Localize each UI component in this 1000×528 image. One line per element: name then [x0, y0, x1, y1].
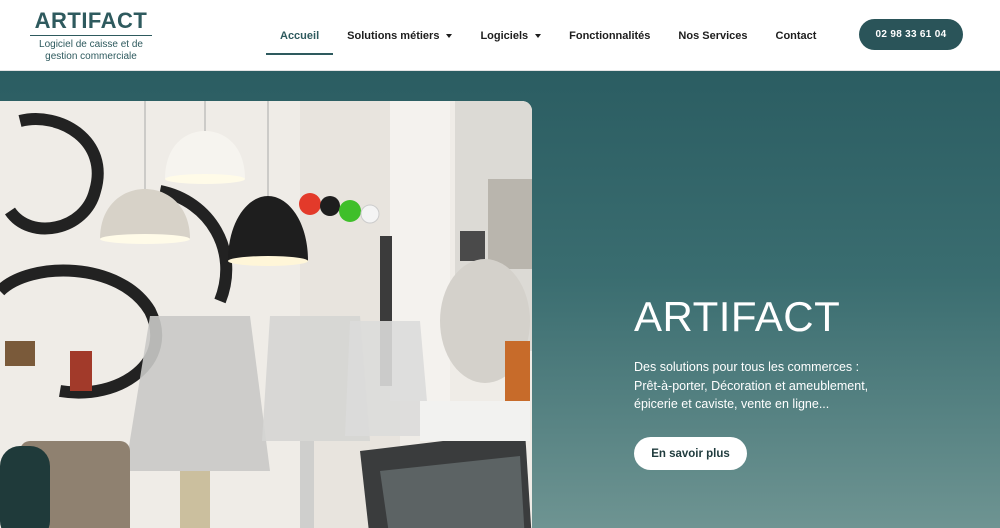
- hero-title: ARTIFACT: [634, 293, 841, 340]
- hero-photo: [0, 101, 532, 528]
- nav-item-label: Contact: [775, 29, 817, 42]
- hero-description-line: Prêt-à-porter, Décoration et ameublement…: [634, 378, 869, 393]
- nav-item-label: Solutions métiers: [347, 29, 440, 42]
- chevron-down-icon: [446, 33, 453, 38]
- logo-tagline-line2: gestion commerciale: [45, 51, 137, 62]
- nav-item-label: Fonctionnalités: [569, 29, 651, 42]
- hero-description-line: épicerie et caviste, vente en ligne...: [634, 397, 830, 411]
- site-header: ARTIFACT Logiciel de caisse et de gestio…: [0, 0, 1000, 71]
- nav-item-label: Accueil: [280, 29, 320, 42]
- hero-description-line: Des solutions pour tous les commerces :: [634, 360, 860, 374]
- hero-description: Des solutions pour tous les commerces : …: [634, 358, 894, 414]
- nav-item-solutions-metiers[interactable]: Solutions métiers: [347, 18, 453, 54]
- phone-button[interactable]: 02 98 33 61 04: [859, 19, 963, 50]
- learn-more-button[interactable]: En savoir plus: [634, 437, 747, 470]
- hero-section: ARTIFACT Des solutions pour tous les com…: [0, 71, 1000, 528]
- nav-item-label: Logiciels: [480, 29, 529, 42]
- logo-name: ARTIFACT: [34, 8, 148, 33]
- nav-item-nos-services[interactable]: Nos Services: [678, 18, 747, 54]
- logo-tagline-line1: Logiciel de caisse et de: [39, 39, 143, 50]
- logo[interactable]: ARTIFACT Logiciel de caisse et de gestio…: [30, 9, 152, 63]
- main-nav: Accueil Solutions métiers Logiciels Fonc…: [266, 0, 844, 71]
- nav-item-accueil[interactable]: Accueil: [266, 18, 334, 55]
- nav-item-fonctionnalites[interactable]: Fonctionnalités: [569, 18, 650, 54]
- nav-item-logiciels[interactable]: Logiciels: [480, 18, 542, 54]
- nav-item-contact[interactable]: Contact: [776, 18, 817, 54]
- chevron-down-icon: [535, 33, 542, 38]
- nav-item-label: Nos Services: [678, 29, 748, 42]
- logo-divider: [30, 35, 152, 36]
